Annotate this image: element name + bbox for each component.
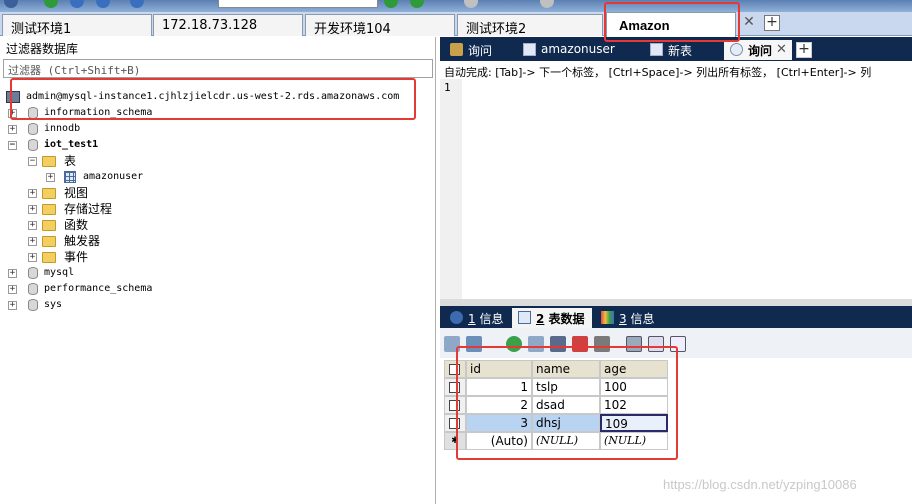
tab-label: 信息 xyxy=(630,312,655,326)
close-tab-icon[interactable]: ✕ xyxy=(742,15,756,29)
tab-amazonuser[interactable]: amazonuser xyxy=(517,40,641,60)
info-icon xyxy=(601,311,614,324)
connection-tab[interactable]: 开发环境104 xyxy=(305,14,455,36)
toolbar-icon[interactable] xyxy=(96,0,110,8)
tab-label: 表数据 xyxy=(548,312,585,326)
toolbar-icon[interactable] xyxy=(384,0,398,8)
tab-new-table[interactable]: 新表 xyxy=(644,40,724,60)
expand-icon[interactable]: + xyxy=(46,173,55,182)
panel-title: 过滤器数据库 xyxy=(6,42,79,56)
tree-item-label: innodb xyxy=(44,123,81,134)
tree-item-label: performance_schema xyxy=(44,283,153,294)
tree-item-label: 触发器 xyxy=(64,234,101,248)
tab-table-data[interactable]: 2 表数据 xyxy=(512,308,592,328)
annotation-box xyxy=(456,346,678,460)
tree-item-label: iot_test1 xyxy=(44,139,99,150)
toolbar-icon[interactable] xyxy=(410,0,424,8)
table-icon xyxy=(64,171,76,183)
database-icon xyxy=(28,283,38,295)
toolbar-icon[interactable] xyxy=(4,0,18,8)
expand-icon[interactable]: + xyxy=(8,269,17,278)
folder-icon xyxy=(42,236,56,247)
tab-label: amazonuser xyxy=(541,42,615,56)
watermark: https://blog.csdn.net/yzping10086 xyxy=(663,477,857,492)
tab-info[interactable]: 3 信息 xyxy=(595,308,665,328)
folder-icon xyxy=(42,188,56,199)
table-icon xyxy=(523,43,536,56)
autocomplete-hint: 自动完成: [Tab]-> 下一个标签， [Ctrl+Space]-> 列出所有… xyxy=(440,61,912,81)
expand-icon[interactable]: + xyxy=(28,189,37,198)
query-icon xyxy=(730,43,743,56)
folder-icon xyxy=(42,252,56,263)
tab-label: 信息 xyxy=(479,312,504,326)
tree-item-label: 事件 xyxy=(64,250,89,264)
annotation-box xyxy=(604,2,740,42)
tab-label: 询问 xyxy=(468,44,493,58)
expand-icon[interactable]: + xyxy=(8,285,17,294)
tree-item-label: 视图 xyxy=(64,186,89,200)
toolbar-combo[interactable] xyxy=(218,0,378,8)
connection-tab-strip: 测试环境1 172.18.73.128 开发环境104 测试环境2 Amazon… xyxy=(0,12,912,37)
grid-icon xyxy=(518,311,531,324)
line-number: 1 xyxy=(444,81,451,94)
folder-icon xyxy=(42,220,56,231)
database-icon xyxy=(28,267,38,279)
connection-tab[interactable]: 测试环境1 xyxy=(2,14,152,36)
tab-label: 新表 xyxy=(668,44,693,58)
toolbar-icon[interactable] xyxy=(464,0,478,8)
database-icon xyxy=(28,299,38,311)
tree-item-label: 函数 xyxy=(64,218,89,232)
tree-item-label: sys xyxy=(44,299,63,310)
expand-icon[interactable]: + xyxy=(8,125,17,134)
toolbar-icon[interactable] xyxy=(70,0,84,8)
add-tab-button[interactable]: + xyxy=(764,15,780,31)
info-icon xyxy=(450,311,463,324)
tree-item-label: 存储过程 xyxy=(64,202,113,216)
toolbar-icon[interactable] xyxy=(540,0,554,8)
query-icon xyxy=(450,43,463,56)
expand-icon[interactable]: + xyxy=(8,301,17,310)
tab-number: 3 xyxy=(619,312,627,326)
expand-icon[interactable]: + xyxy=(28,237,37,246)
tab-number: 1 xyxy=(468,312,476,326)
table-icon xyxy=(650,43,663,56)
annotation-box xyxy=(10,78,416,120)
close-tab-icon[interactable]: ✕ xyxy=(776,42,787,57)
tab-query[interactable]: 询问 xyxy=(444,40,514,60)
database-icon xyxy=(28,139,38,151)
result-tab-strip: 1 信息 2 表数据 3 信息 xyxy=(440,306,912,328)
collapse-icon[interactable]: − xyxy=(8,141,17,150)
collapse-icon[interactable]: − xyxy=(28,157,37,166)
database-icon xyxy=(28,123,38,135)
line-gutter: 1 xyxy=(440,79,462,299)
toolbar-icon[interactable] xyxy=(130,0,144,8)
tab-number: 2 xyxy=(536,312,545,326)
tab-label: 询问 xyxy=(748,44,773,58)
tree-item-label: mysql xyxy=(44,267,75,278)
toolbar-icon[interactable] xyxy=(44,0,58,8)
folder-icon xyxy=(42,156,56,167)
tree-item-label: amazonuser xyxy=(83,171,144,182)
expand-icon[interactable]: + xyxy=(28,253,37,262)
tab-messages[interactable]: 1 信息 xyxy=(444,308,510,328)
connection-tab[interactable]: 172.18.73.128 xyxy=(153,14,303,36)
add-tab-button[interactable]: + xyxy=(796,42,812,58)
expand-icon[interactable]: + xyxy=(28,221,37,230)
expand-icon[interactable]: + xyxy=(28,205,37,214)
filter-input[interactable]: 过滤器 (Ctrl+Shift+B) xyxy=(3,59,433,78)
tree-item-label: 表 xyxy=(64,154,77,168)
main-toolbar xyxy=(0,0,912,12)
pane-splitter[interactable] xyxy=(440,299,912,306)
query-editor[interactable]: 1 xyxy=(440,79,912,299)
folder-icon xyxy=(42,204,56,215)
connection-tab[interactable]: 测试环境2 xyxy=(457,14,603,36)
